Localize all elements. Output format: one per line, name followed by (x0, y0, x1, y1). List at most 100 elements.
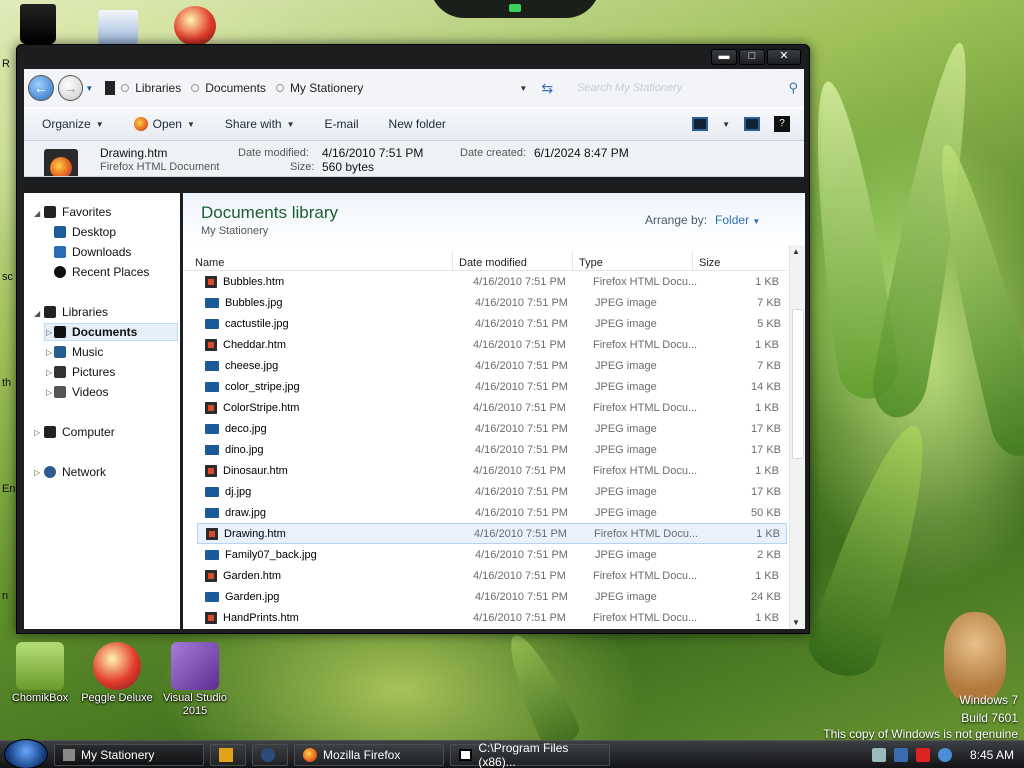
file-row[interactable]: Garden.jpg 4/16/2010 7:51 PM JPEG image 24 … (197, 586, 787, 607)
recycle-bin-icon[interactable] (20, 4, 56, 44)
file-row[interactable]: Bubbles.htm 4/16/2010 7:51 PM Firefox HTML… (197, 271, 787, 292)
file-row[interactable]: ColorStripe.htm 4/16/2010 7:51 PM Firefox … (197, 397, 787, 418)
share-with-button[interactable]: Share with ▼ (225, 117, 295, 131)
tray-icon[interactable] (871, 748, 886, 762)
address-bar[interactable]: Libraries Documents My Stationery (105, 77, 519, 99)
vertical-scrollbar[interactable]: ▲ ▼ (789, 245, 805, 629)
expand-arrow-icon[interactable]: ▷ (46, 328, 52, 337)
collapse-arrow-icon[interactable]: ◢ (34, 309, 40, 318)
nav-recent-places[interactable]: Recent Places (54, 265, 149, 279)
peggle-deluxe-shortcut[interactable]: Peggle Deluxe (77, 642, 157, 705)
html-file-icon (205, 338, 217, 351)
file-row[interactable]: deco.jpg 4/16/2010 7:51 PM JPEG image 17 KB (197, 418, 787, 439)
nav-favorites[interactable]: Favorites (44, 205, 111, 219)
file-row[interactable]: Cheddar.htm 4/16/2010 7:51 PM Firefox HTML… (197, 334, 787, 355)
column-name[interactable]: Name (183, 251, 453, 271)
file-row[interactable]: Bubbles.jpg 4/16/2010 7:51 PM JPEG image 7 … (197, 292, 787, 313)
change-view-icon[interactable] (692, 117, 709, 131)
nav-music[interactable]: Music (54, 345, 103, 359)
help-icon[interactable]: ? (774, 116, 790, 132)
new-folder-button[interactable]: New folder (389, 117, 446, 131)
downloads-icon (54, 246, 66, 258)
file-row[interactable]: draw.jpg 4/16/2010 7:51 PM JPEG image 50 KB (197, 502, 787, 523)
back-button[interactable]: ← (28, 75, 54, 101)
maximize-button[interactable]: □ (739, 49, 765, 65)
stationery-folder-icon[interactable] (98, 10, 138, 44)
start-button[interactable] (4, 738, 48, 768)
file-row[interactable]: dj.jpg 4/16/2010 7:51 PM JPEG image 17 KB (197, 481, 787, 502)
image-file-icon (205, 318, 219, 329)
scroll-up-icon[interactable]: ▲ (792, 247, 800, 256)
refresh-icon[interactable]: ⇆ (541, 80, 553, 97)
arrange-by-control[interactable]: Arrange by: Folder ▼ (645, 213, 760, 227)
nav-libraries[interactable]: Libraries (44, 305, 108, 319)
address-dropdown-icon[interactable]: ▼ (519, 84, 527, 93)
collapse-arrow-icon[interactable]: ◢ (34, 209, 40, 218)
file-date-modified: 4/16/2010 7:51 PM (473, 338, 566, 351)
nav-pictures[interactable]: Pictures (54, 365, 115, 379)
visual-studio-shortcut[interactable]: Visual Studio 2015 (155, 642, 235, 718)
chevron-down-icon[interactable]: ▼ (722, 120, 730, 129)
clock[interactable]: 8:45 AM (970, 748, 1014, 762)
open-button[interactable]: Open ▼ (133, 117, 195, 131)
expand-arrow-icon[interactable]: ▷ (34, 428, 40, 437)
nav-computer[interactable]: Computer (44, 425, 115, 439)
file-row[interactable]: cheese.jpg 4/16/2010 7:51 PM JPEG image 7 K… (197, 355, 787, 376)
column-date-modified[interactable]: Date modified (453, 251, 573, 271)
email-button[interactable]: E-mail (325, 117, 359, 131)
file-row[interactable]: Drawing.htm 4/16/2010 7:51 PM Firefox HTML… (197, 523, 787, 544)
breadcrumb-item[interactable]: Documents (191, 81, 266, 95)
firefox-icon (133, 117, 148, 131)
expand-arrow-icon[interactable]: ▷ (34, 468, 40, 477)
chomikbox-shortcut[interactable]: ChomikBox (0, 642, 80, 705)
details-date-created: 6/1/2024 8:47 PM (534, 146, 629, 160)
minimize-button[interactable]: ▬ (711, 49, 737, 65)
preview-pane-icon[interactable] (744, 117, 760, 131)
taskbar-item[interactable]: My Stationery (54, 743, 204, 766)
organize-label: Organize (42, 117, 91, 131)
expand-arrow-icon[interactable]: ▷ (46, 368, 52, 377)
breadcrumb-item[interactable]: My Stationery (275, 81, 363, 95)
expand-arrow-icon[interactable]: ▷ (46, 348, 52, 357)
nav-documents[interactable]: Documents (54, 325, 137, 339)
nav-desktop[interactable]: Desktop (54, 225, 116, 239)
nav-network[interactable]: Network (44, 465, 106, 479)
close-button[interactable]: ✕ (767, 49, 801, 65)
column-type[interactable]: Type (573, 251, 693, 271)
file-row[interactable]: Dinosaur.htm 4/16/2010 7:51 PM Firefox HTM… (197, 460, 787, 481)
tray-icon[interactable] (893, 748, 908, 762)
tray-icon[interactable] (915, 748, 930, 762)
taskbar-item[interactable]: C:\Program Files (x86)... (450, 741, 610, 768)
html-file-icon (205, 569, 217, 582)
taskbar-item[interactable]: Mozilla Firefox (294, 743, 444, 766)
file-row[interactable]: cactustile.jpg 4/16/2010 7:51 PM JPEG imag… (197, 313, 787, 334)
file-row[interactable]: HandPrints.htm 4/16/2010 7:51 PM Firefox H… (197, 607, 787, 628)
organize-button[interactable]: Organize ▼ (42, 117, 104, 131)
breadcrumb-item[interactable]: Libraries (121, 81, 181, 95)
peggle-icon[interactable] (174, 6, 216, 46)
expand-arrow-icon[interactable]: ▷ (46, 388, 52, 397)
nav-videos[interactable]: Videos (54, 385, 108, 399)
scrollbar-thumb[interactable] (792, 309, 804, 459)
hamster-gadget[interactable] (944, 612, 1006, 702)
nav-downloads[interactable]: Downloads (54, 245, 131, 259)
desktop-icon-label: Visual Studio 2015 (162, 692, 227, 717)
forward-button[interactable]: → (57, 75, 84, 101)
recent-pages-dropdown-icon[interactable]: ▼ (85, 84, 95, 93)
explorer-window[interactable]: ▬ □ ✕ ← → ▼ Libraries Documents My Stati… (16, 44, 810, 634)
tray-icon[interactable] (937, 748, 952, 762)
search-icon[interactable]: ⚲ (788, 80, 798, 96)
file-row[interactable]: color_stripe.jpg 4/16/2010 7:51 PM JPEG im… (197, 376, 787, 397)
taskbar-item[interactable] (252, 743, 288, 766)
file-date-modified: 4/16/2010 7:51 PM (475, 506, 568, 519)
file-row[interactable]: dino.jpg 4/16/2010 7:51 PM JPEG image 17 KB (197, 439, 787, 460)
scroll-down-icon[interactable]: ▼ (792, 618, 800, 627)
search-input[interactable]: Search My Stationery ⚲ (567, 77, 804, 99)
file-size: 17 KB (751, 422, 781, 435)
file-row[interactable]: Family07_back.jpg 4/16/2010 7:51 PM JPEG i… (197, 544, 787, 565)
file-row[interactable]: Garden.htm 4/16/2010 7:51 PM Firefox HTML … (197, 565, 787, 586)
file-size: 1 KB (755, 464, 779, 477)
file-size: 24 KB (751, 590, 781, 603)
taskbar-item[interactable] (210, 743, 246, 766)
column-size[interactable]: Size (693, 251, 771, 271)
